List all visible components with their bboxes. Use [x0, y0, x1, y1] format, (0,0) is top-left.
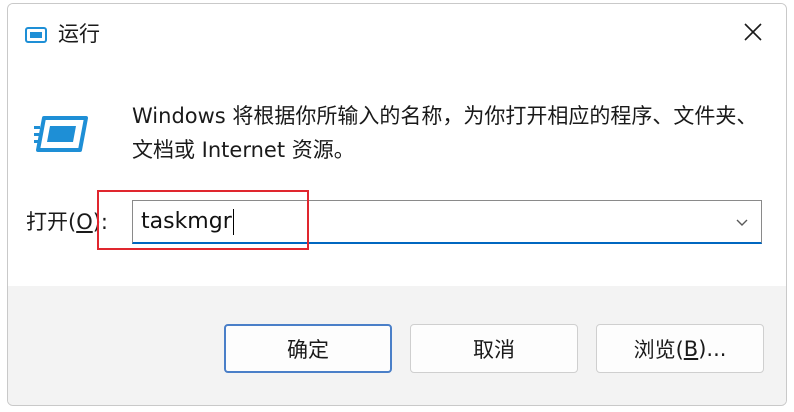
combobox-dropdown-button[interactable]: [723, 201, 761, 243]
browse-label-prefix: 浏览(: [633, 337, 684, 362]
close-button[interactable]: [720, 4, 786, 60]
run-program-icon: [34, 116, 88, 152]
cancel-button[interactable]: 取消: [410, 324, 578, 373]
open-label-suffix: ):: [92, 210, 109, 234]
run-dialog: 运行 Windows 将根据你所输入的名称，为你打开相应的程序、文件夹、文档或 …: [7, 3, 787, 406]
ok-button[interactable]: 确定: [224, 324, 392, 373]
open-input[interactable]: taskmgr: [141, 201, 234, 243]
browse-button[interactable]: 浏览(B)...: [596, 324, 764, 373]
title-bar[interactable]: 运行: [8, 4, 786, 60]
close-icon: [744, 23, 762, 41]
open-label-accelerator: O: [76, 210, 93, 234]
browse-label-accelerator: B: [683, 336, 699, 361]
description-text: Windows 将根据你所输入的名称，为你打开相应的程序、文件夹、文档或 Int…: [132, 104, 758, 162]
open-input-value: taskmgr: [141, 209, 232, 234]
chevron-down-icon: [736, 219, 748, 226]
browse-label-suffix: )...: [698, 336, 727, 361]
open-combobox[interactable]: taskmgr: [132, 200, 762, 244]
open-label-prefix: 打开(: [26, 210, 77, 234]
run-dialog-icon: [25, 27, 47, 43]
dialog-content: Windows 将根据你所输入的名称，为你打开相应的程序、文件夹、文档或 Int…: [8, 60, 786, 286]
open-label: 打开(O):: [26, 206, 108, 238]
window-title: 运行: [58, 22, 100, 46]
text-caret: [232, 209, 234, 235]
button-bar: 确定 取消 浏览(B)...: [8, 286, 786, 405]
